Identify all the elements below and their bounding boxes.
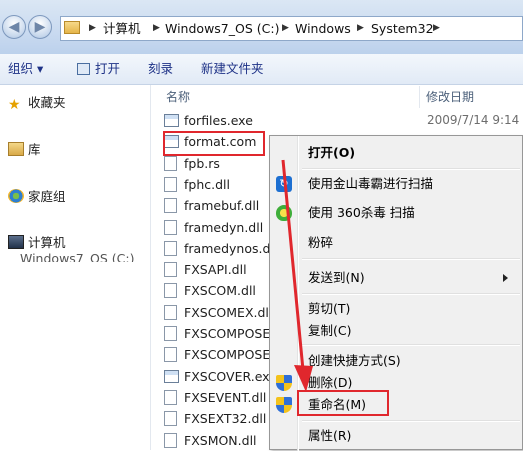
annotation-arrow [281,159,313,392]
arrow-shaft [281,159,305,371]
arrow-head-icon [294,365,313,392]
